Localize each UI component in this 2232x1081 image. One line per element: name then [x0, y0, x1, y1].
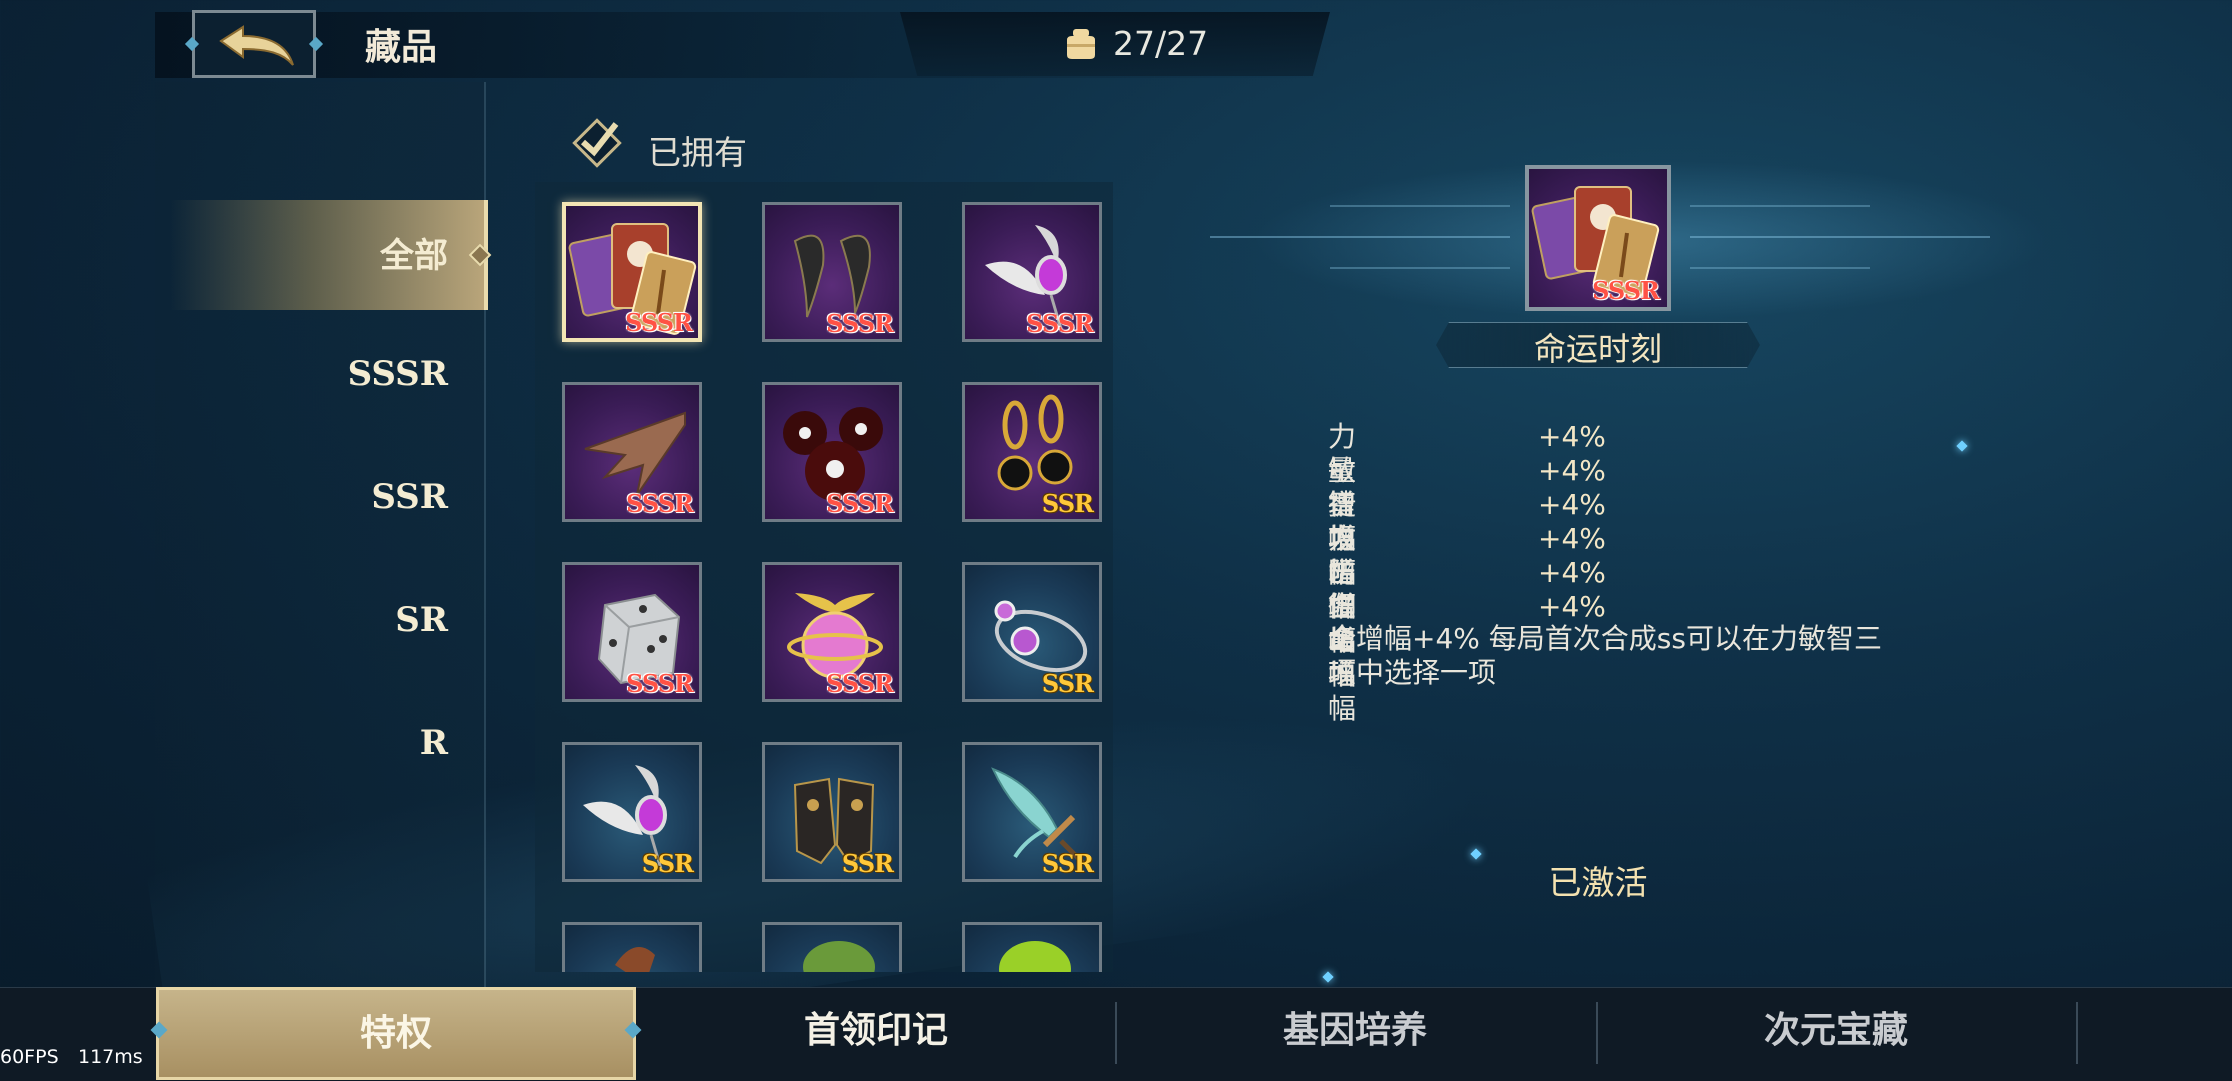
item-tile-wing[interactable]: SSSR	[562, 382, 702, 522]
rarity-badge: SSSR	[625, 308, 693, 337]
detail-item-image: SSSR	[1525, 165, 1671, 311]
item-tile-cards[interactable]: SSSR	[562, 202, 702, 342]
owned-checkbox[interactable]	[572, 118, 622, 168]
rarity-badge: SSR	[1041, 669, 1094, 698]
bag-icon	[1067, 29, 1095, 59]
rarity-badge: SSR	[1041, 489, 1094, 518]
item-tile-partial-2[interactable]	[762, 922, 902, 972]
green-orb-icon	[999, 941, 1071, 972]
stat-value: +4%	[1538, 488, 1606, 521]
stat-value: +4%	[1538, 420, 1606, 453]
activation-status: 已激活	[1548, 863, 1648, 902]
rarity-badge: SSSR	[1026, 309, 1094, 338]
category-all[interactable]: 全部	[380, 228, 448, 277]
ornament-wing	[1330, 205, 1510, 269]
rarity-badge: SSSR	[826, 489, 894, 518]
category-ssr[interactable]: SSR	[371, 477, 448, 517]
rarity-badge: SSR	[1041, 849, 1094, 878]
item-tile-feather-pendant[interactable]: SSSR	[962, 202, 1102, 342]
sparkle-icon	[1322, 971, 1334, 983]
item-tile-gloves[interactable]: SSR	[762, 742, 902, 882]
stat-value: +4%	[1538, 454, 1606, 487]
rarity-badge: SSR	[841, 849, 894, 878]
category-sssr[interactable]: SSSR	[348, 354, 448, 394]
item-tile-claws[interactable]: SSSR	[762, 202, 902, 342]
stat-value: +4%	[1538, 590, 1606, 623]
item-tile-winged-orb[interactable]: SSSR	[762, 562, 902, 702]
item-tile-partial-1[interactable]	[562, 922, 702, 972]
horn-icon	[615, 947, 655, 972]
ornament-wing	[1690, 205, 1870, 269]
stat-value: +4%	[1538, 556, 1606, 589]
rarity-badge: SSSR	[826, 309, 894, 338]
category-r[interactable]: R	[420, 723, 448, 763]
item-tile-clover-earrings[interactable]: SSR	[962, 382, 1102, 522]
rarity-badge: SSSR	[1592, 276, 1660, 305]
item-tile-sword[interactable]: SSR	[962, 742, 1102, 882]
tab-gene-cultivation[interactable]: 基因培养	[1115, 987, 1595, 1080]
tab-privilege[interactable]: 特权	[156, 987, 636, 1080]
back-arrow-icon	[219, 25, 294, 66]
slime-icon	[803, 941, 875, 972]
rarity-badge: SSSR	[826, 669, 894, 698]
latency-counter: 117ms	[78, 1046, 143, 1068]
item-tile-feather-pendant-2[interactable]: SSR	[562, 742, 702, 882]
collection-counter: 27/27	[1113, 24, 1209, 63]
tab-boss-mark[interactable]: 首领印记	[636, 987, 1116, 1080]
item-description: 全增幅+4% 每局首次合成ss可以在力敏智三项中选择一项	[1328, 622, 1882, 689]
page-title: 藏品	[365, 27, 438, 68]
item-grid: SSSR SSSR SSSR SSSR SSSR SSR SSSR SSSR S…	[535, 182, 1113, 972]
sparkle-icon	[1956, 440, 1968, 452]
tab-separator	[2076, 1002, 2078, 1064]
item-tile-bracelet[interactable]: SSR	[962, 562, 1102, 702]
fps-counter: 60FPS	[0, 1046, 59, 1068]
owned-filter-label[interactable]: 已拥有	[648, 126, 747, 174]
item-name: 命运时刻	[1533, 330, 1662, 368]
rarity-badge: SSSR	[626, 489, 694, 518]
item-tile-partial-3[interactable]	[962, 922, 1102, 972]
rarity-badge: SSSR	[626, 669, 694, 698]
item-tile-skull-orbs[interactable]: SSSR	[762, 382, 902, 522]
tab-dimension-treasure[interactable]: 次元宝藏	[1596, 987, 2076, 1080]
category-sr[interactable]: SR	[395, 600, 448, 640]
back-button[interactable]	[192, 10, 316, 78]
item-tile-dice[interactable]: SSSR	[562, 562, 702, 702]
rarity-badge: SSR	[641, 849, 694, 878]
stat-value: +4%	[1538, 522, 1606, 555]
